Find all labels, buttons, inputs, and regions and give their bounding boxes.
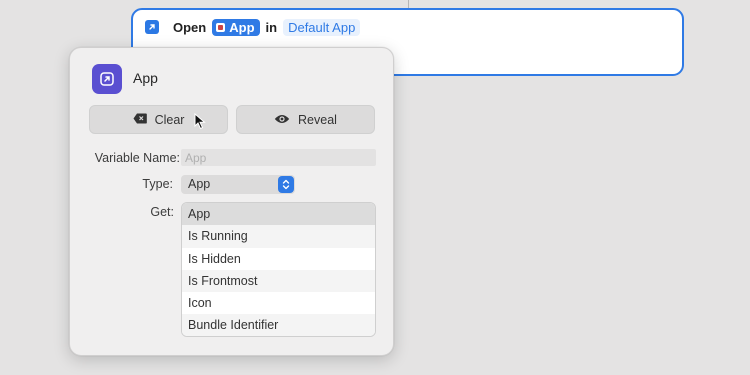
type-select-value: App [188, 177, 211, 191]
list-item[interactable]: Icon [182, 292, 375, 315]
reveal-button-label: Reveal [298, 112, 337, 127]
action-verb: Open [173, 20, 207, 35]
app-variable-token[interactable]: App [212, 19, 260, 36]
clear-button[interactable]: Clear [89, 105, 228, 134]
type-label: Type: [142, 177, 173, 191]
list-item[interactable]: Is Frontmost [182, 269, 375, 293]
default-app-parameter[interactable]: Default App [283, 19, 361, 36]
clear-button-label: Clear [154, 112, 185, 127]
popover-title: App [133, 70, 158, 86]
list-item[interactable]: Is Hidden [182, 247, 375, 270]
eye-icon [274, 113, 290, 127]
variable-name-label: Variable Name: [94, 151, 180, 165]
reveal-button[interactable]: Reveal [236, 105, 375, 134]
action-row: Open App in Default App [173, 19, 361, 36]
arrow-up-right-icon [92, 64, 122, 94]
get-property-list[interactable]: App Is Running Is Hidden Is Frontmost Ic… [181, 202, 376, 337]
arrow-up-right-icon [145, 20, 159, 34]
list-item[interactable]: Bundle Identifier [182, 314, 375, 336]
variable-popover: App Clear Reveal Variable Name: Type: Ap… [69, 47, 394, 356]
app-token-icon [216, 23, 226, 32]
list-item[interactable]: Is Running [182, 225, 375, 248]
app-token-label: App [229, 20, 255, 35]
mouse-pointer-icon [194, 113, 206, 130]
delete-left-icon [133, 113, 147, 127]
chevron-up-down-icon [278, 176, 294, 193]
list-item[interactable]: App [182, 203, 375, 226]
type-select[interactable]: App [181, 175, 295, 194]
variable-name-field[interactable] [181, 149, 376, 166]
get-label: Get: [150, 205, 174, 219]
action-preposition: in [265, 20, 278, 35]
